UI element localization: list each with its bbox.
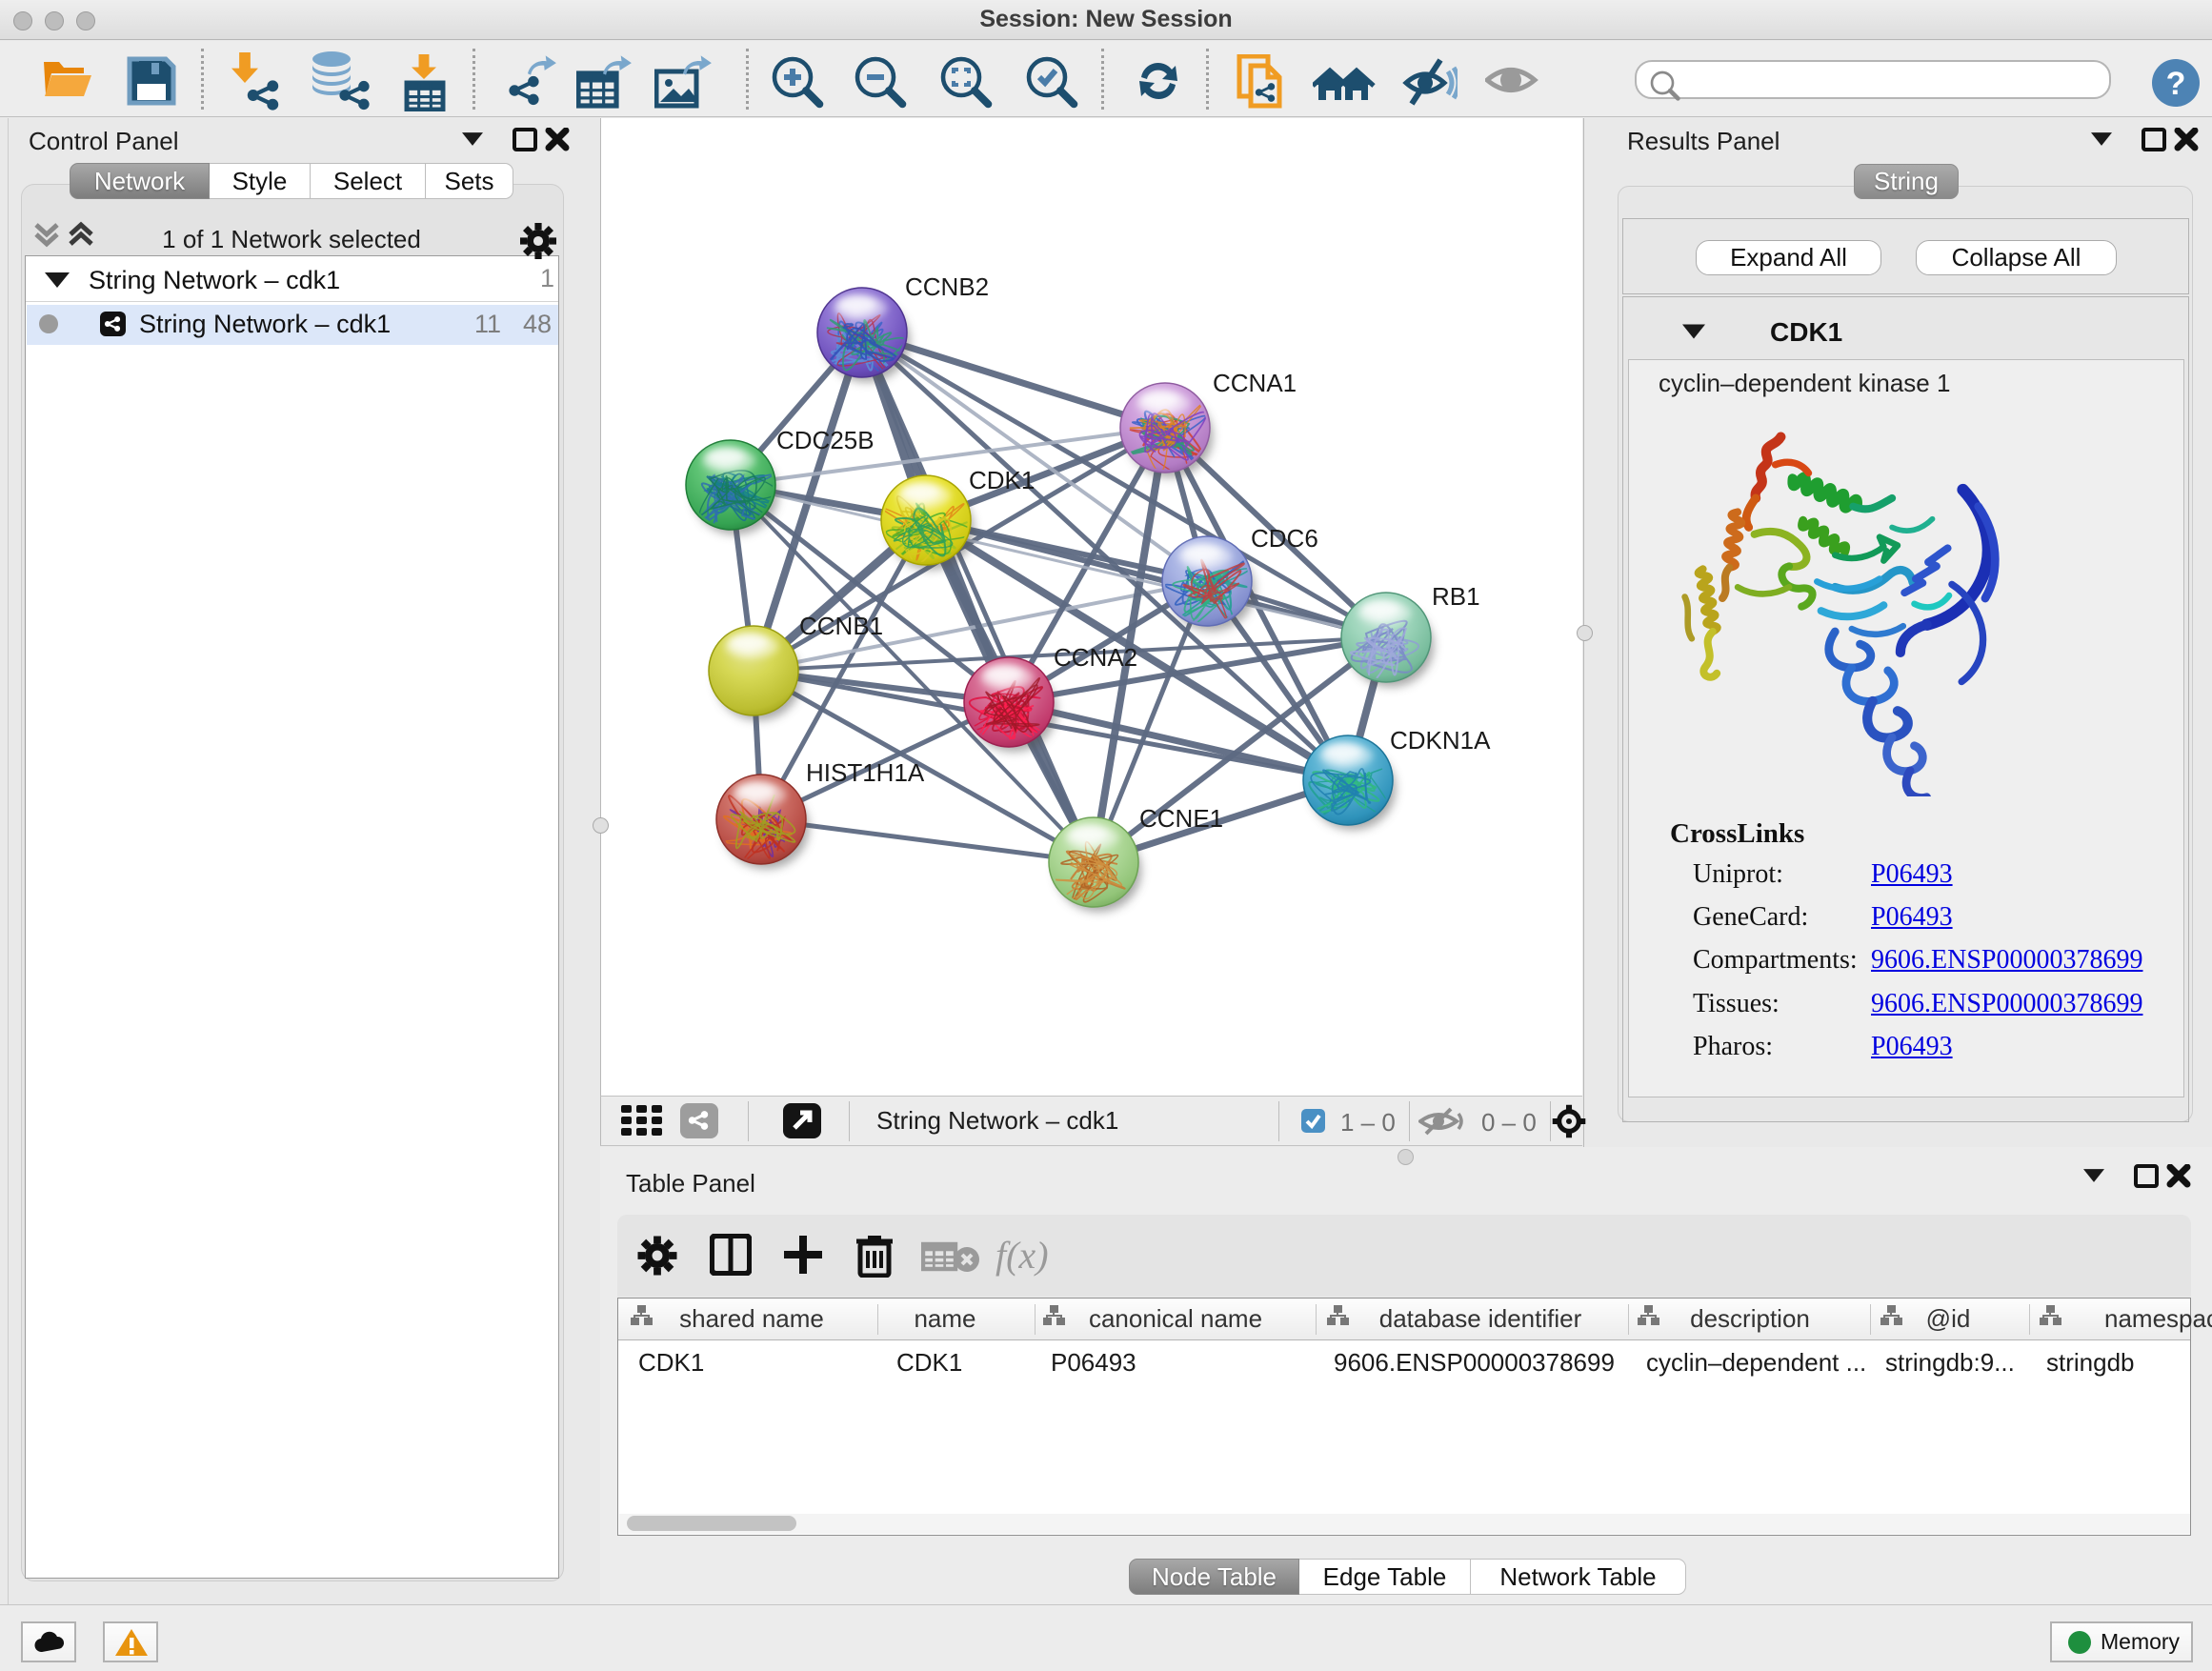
svg-text:CCNE1: CCNE1 [1139,804,1223,833]
svg-text:CDKN1A: CDKN1A [1390,726,1491,755]
svg-text:CCNA2: CCNA2 [1054,643,1137,672]
svg-text:f(x): f(x) [995,1234,1049,1277]
svg-text:?: ? [2166,66,2186,102]
svg-text:CDC6: CDC6 [1251,524,1318,553]
svg-text:CCNA1: CCNA1 [1213,369,1297,397]
svg-text:CCNB2: CCNB2 [905,272,989,301]
svg-text:CDK1: CDK1 [969,466,1035,494]
svg-text:CCNB1: CCNB1 [799,612,883,640]
svg-text:HIST1H1A: HIST1H1A [806,758,925,787]
svg-text:CDC25B: CDC25B [776,426,875,454]
svg-text:RB1: RB1 [1432,582,1480,611]
